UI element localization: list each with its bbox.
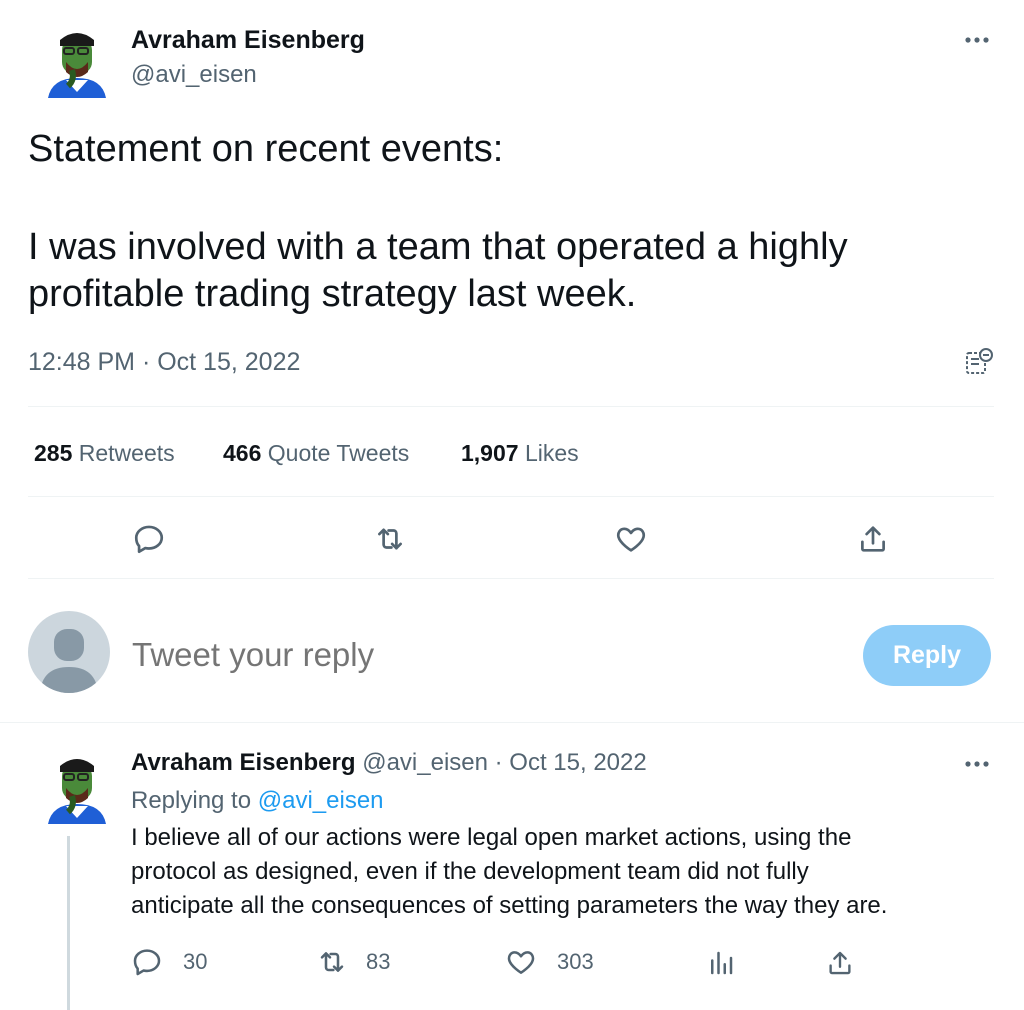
replying-to: Replying to @avi_eisen: [131, 787, 384, 815]
like-icon: [505, 946, 537, 978]
share-icon[interactable]: [852, 518, 894, 560]
share-icon[interactable]: [823, 946, 857, 980]
divider: [28, 578, 994, 579]
reply-author-name[interactable]: Avraham Eisenberg: [131, 749, 356, 776]
reply-header: Avraham Eisenberg @avi_eisen · Oct 15, 2…: [131, 749, 647, 777]
divider: [28, 496, 994, 497]
reply-text-line-2: protocol as designed, even if the develo…: [131, 858, 809, 885]
reply-icon: [131, 946, 163, 978]
tweet-text-line-3: profitable trading strategy last week.: [28, 273, 637, 315]
replying-to-handle[interactable]: @avi_eisen: [258, 787, 384, 814]
like-icon[interactable]: [610, 518, 652, 560]
retweet-icon[interactable]: [369, 518, 411, 560]
author-name[interactable]: Avraham Eisenberg: [131, 26, 365, 55]
analytics-icon[interactable]: [704, 946, 738, 980]
reply-button-label: Reply: [892, 641, 962, 669]
tweet-timestamp[interactable]: 12:48 PM · Oct 15, 2022: [28, 348, 300, 377]
reply-author-handle[interactable]: @avi_eisen: [362, 749, 488, 776]
more-icon[interactable]: [962, 754, 992, 774]
reply-retweet-action[interactable]: 83: [316, 946, 390, 978]
reply-button[interactable]: Reply: [863, 625, 991, 686]
tweet-text-line-2: I was involved with a team that operated…: [28, 226, 848, 268]
reply-text-line-1: I believe all of our actions were legal …: [131, 824, 852, 851]
avatar-illustration: [48, 759, 106, 824]
retweet-icon: [316, 946, 348, 978]
like-count: 303: [557, 949, 594, 974]
quotes-count: 466: [223, 440, 262, 466]
retweet-count: 83: [366, 949, 391, 974]
quotes-label: Quote Tweets: [267, 440, 410, 466]
view-edit-history-icon[interactable]: [960, 344, 996, 380]
divider: [0, 722, 1024, 723]
reply-count: 30: [183, 949, 208, 974]
current-user-avatar[interactable]: [28, 611, 110, 693]
tweet-text-line-1: Statement on recent events:: [28, 128, 504, 170]
reply-date[interactable]: · Oct 15, 2022: [495, 749, 647, 776]
reply-icon[interactable]: [128, 518, 170, 560]
avatar-illustration: [48, 33, 106, 98]
likes-stat[interactable]: 1,907 Likes: [461, 440, 579, 467]
reply-text-line-3: anticipate all the consequences of setti…: [131, 892, 888, 919]
thread-line: [67, 836, 70, 1010]
more-icon[interactable]: [962, 30, 992, 50]
author-avatar[interactable]: [44, 26, 110, 98]
reply-author-avatar[interactable]: [44, 752, 110, 824]
reply-reply-action[interactable]: 30: [131, 946, 207, 978]
retweets-count: 285: [34, 440, 73, 466]
author-handle[interactable]: @avi_eisen: [131, 61, 257, 89]
divider: [28, 406, 994, 407]
retweets-stat[interactable]: 285 Retweets: [34, 440, 175, 467]
retweets-label: Retweets: [78, 440, 175, 466]
likes-count: 1,907: [461, 440, 519, 466]
reply-input[interactable]: [132, 632, 832, 678]
replying-to-label: Replying to: [131, 787, 252, 814]
likes-label: Likes: [524, 440, 579, 466]
quote-tweets-stat[interactable]: 466 Quote Tweets: [223, 440, 409, 467]
reply-like-action[interactable]: 303: [505, 946, 594, 978]
